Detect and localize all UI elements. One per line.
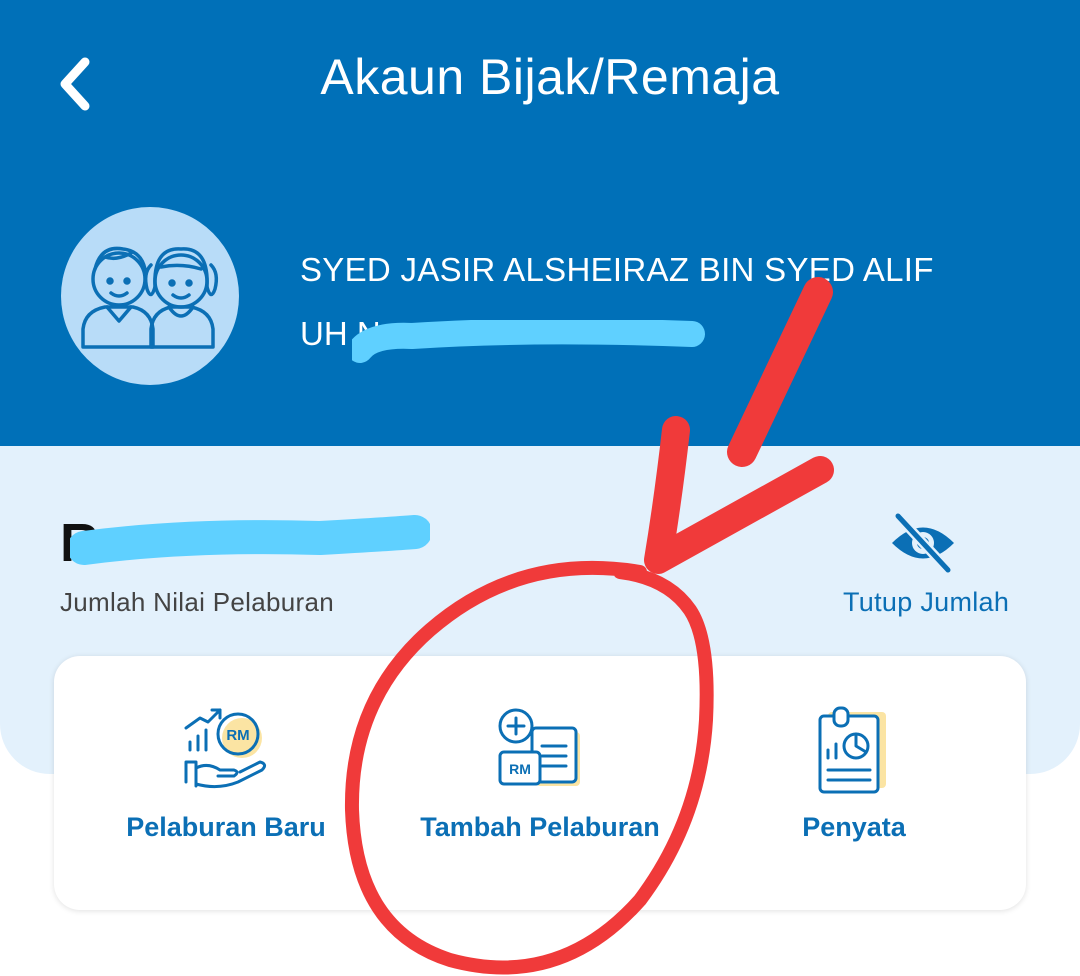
new-investment-label: Pelaburan Baru [126, 812, 326, 842]
amount-label: Jumlah Nilai Pelaburan [60, 587, 334, 617]
statement-icon [818, 706, 886, 794]
redaction-mark-amount [70, 515, 430, 565]
investment-growth-icon: RM [184, 708, 267, 789]
statement-button[interactable]: Penyata [694, 702, 1014, 862]
eye-slash-icon [892, 511, 954, 575]
new-investment-button[interactable]: RM Pelaburan Baru [66, 702, 386, 862]
svg-text:RM: RM [226, 727, 249, 744]
children-icon [81, 246, 219, 349]
page-title: Akaun Bijak/Remaja [320, 49, 780, 105]
add-investment-button[interactable]: RM Tambah Pelaburan [380, 702, 700, 862]
add-investment-icon: RM [498, 708, 580, 786]
redaction-mark-account [352, 320, 705, 363]
hide-amount-label[interactable]: Tutup Jumlah [843, 586, 1009, 618]
svg-text:RM: RM [509, 761, 531, 777]
statement-label: Penyata [802, 812, 906, 842]
add-investment-label: Tambah Pelaburan [420, 812, 660, 842]
account-holder-name: SYED JASIR ALSHEIRAZ BIN SYED ALIF [300, 251, 934, 288]
hide-amount-toggle[interactable] [888, 511, 958, 575]
app-header: Akaun Bijak/Remaja SYED JASIR ALSHEIRAZ … [0, 0, 1080, 446]
avatar [61, 207, 239, 385]
